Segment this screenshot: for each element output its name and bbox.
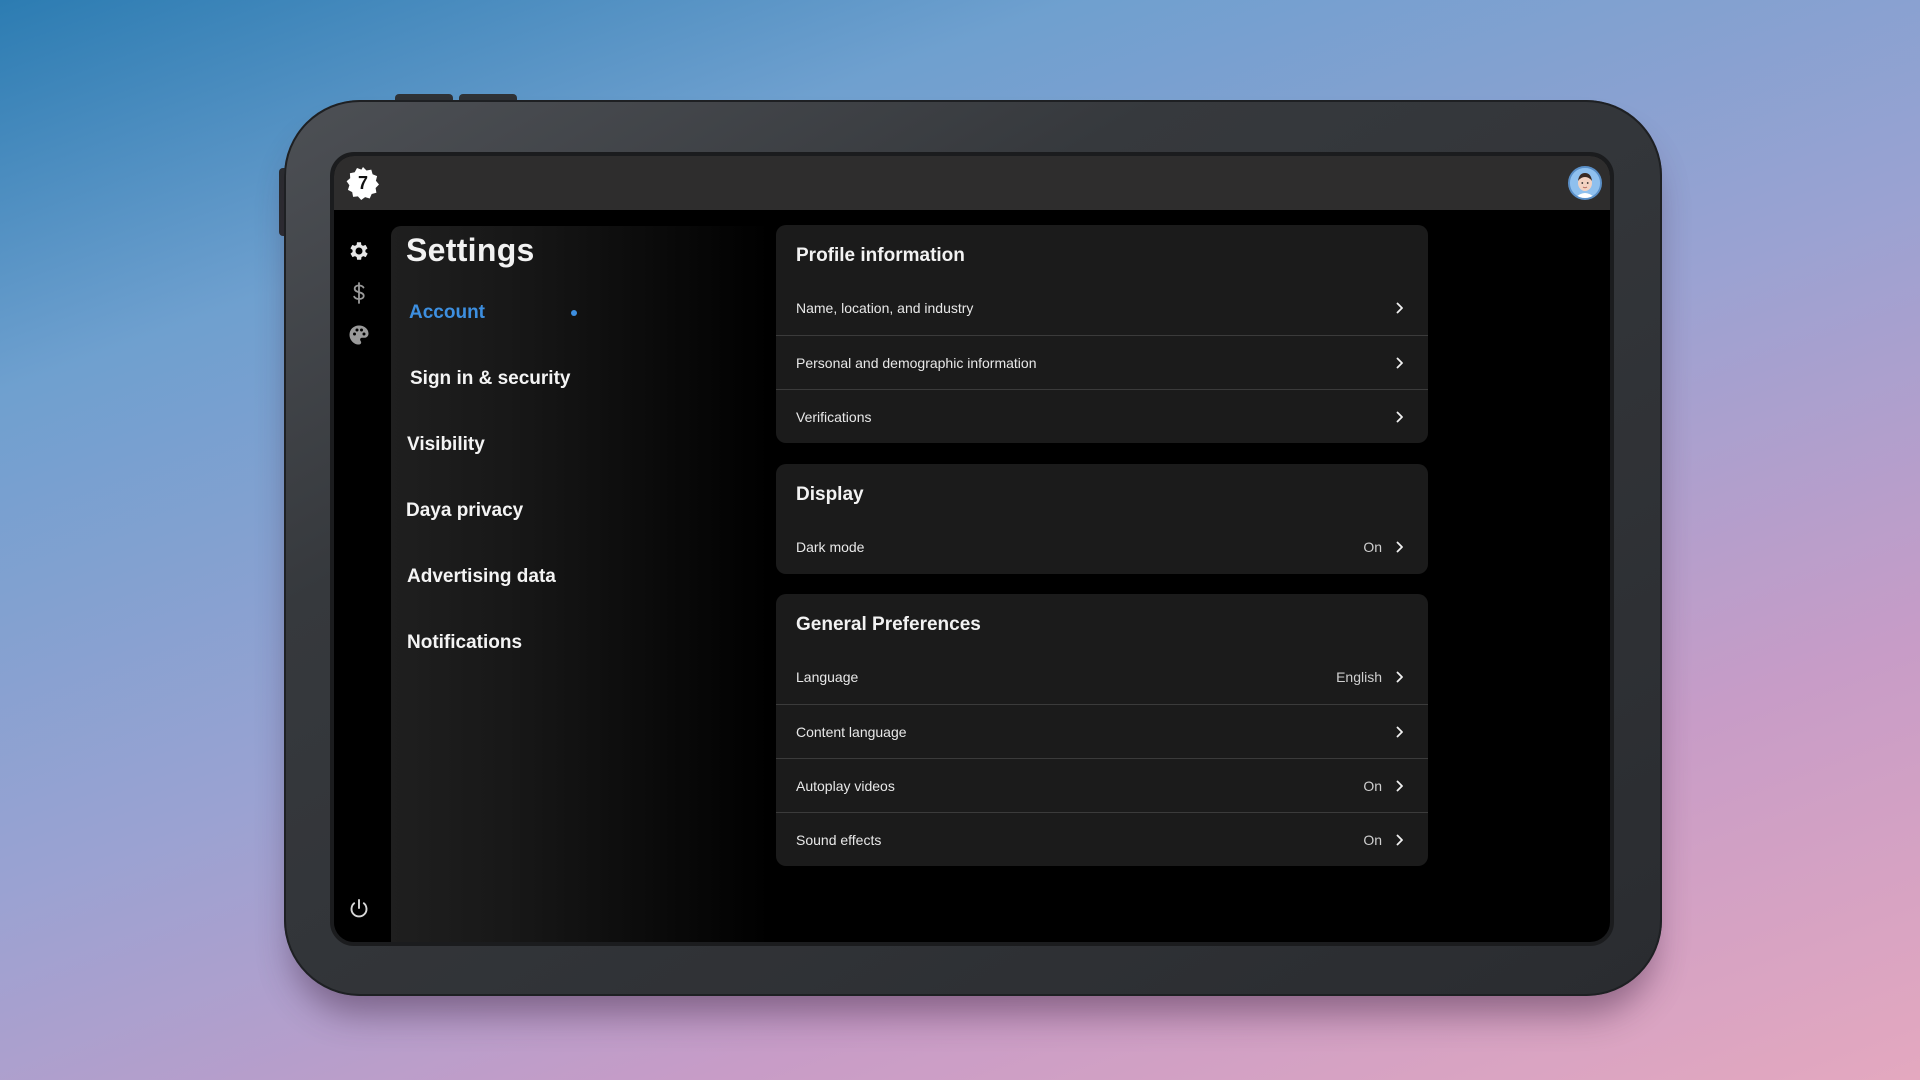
nav-item-account[interactable]: Account (409, 302, 485, 324)
row-label: Verifications (796, 408, 872, 425)
page-title: Settings (406, 232, 535, 268)
settings-row-verifications[interactable]: Verifications (776, 389, 1428, 443)
chevron-right-icon (1394, 357, 1406, 369)
chevron-right-icon (1394, 671, 1406, 683)
settings-row-name-location-industry[interactable]: Name, location, and industry (776, 281, 1428, 335)
nav-item-visibility[interactable]: Visibility (407, 434, 485, 456)
palette-icon[interactable] (346, 322, 372, 348)
row-label: Name, location, and industry (796, 300, 974, 316)
row-label: Dark mode (796, 539, 865, 555)
row-label: Sound effects (796, 831, 882, 848)
chevron-right-icon (1394, 411, 1406, 423)
app-logo[interactable]: 7 (346, 166, 380, 200)
display-card: Display Dark mode On (776, 464, 1428, 574)
active-indicator-dot (571, 310, 577, 316)
power-icon[interactable] (346, 896, 372, 922)
settings-row-content-language[interactable]: Content language (776, 704, 1428, 758)
avatar-face-icon (1570, 168, 1600, 198)
settings-row-personal-demographic[interactable]: Personal and demographic information (776, 335, 1428, 389)
row-value: On (1363, 777, 1382, 794)
card-title: Display (796, 484, 864, 505)
row-label: Autoplay videos (796, 777, 895, 794)
card-title: General Preferences (796, 614, 981, 635)
nav-item-notifications[interactable]: Notifications (407, 632, 522, 654)
top-bar: 7 (334, 156, 1610, 210)
general-preferences-card: General Preferences Language English Con… (776, 594, 1428, 866)
row-value: English (1336, 669, 1382, 685)
row-label: Personal and demographic information (796, 354, 1037, 371)
row-value: On (1363, 539, 1382, 555)
icon-rail (334, 210, 390, 942)
settings-row-language[interactable]: Language English (776, 650, 1428, 704)
profile-information-card: Profile information Name, location, and … (776, 225, 1428, 443)
row-label: Language (796, 669, 859, 685)
card-title: Profile information (796, 245, 965, 266)
settings-row-autoplay-videos[interactable]: Autoplay videos On (776, 758, 1428, 812)
nav-item-data-privacy[interactable]: Daya privacy (406, 500, 523, 522)
screen: 7 Settings Account Sign in & security Vi… (330, 152, 1614, 946)
row-value: On (1363, 831, 1382, 848)
user-avatar[interactable] (1568, 166, 1602, 200)
settings-nav-panel: Settings Account Sign in & security Visi… (391, 226, 771, 942)
nav-item-advertising-data[interactable]: Advertising data (407, 566, 556, 588)
gear-icon[interactable] (346, 238, 372, 264)
nav-item-sign-in-security[interactable]: Sign in & security (410, 368, 570, 390)
settings-row-dark-mode[interactable]: Dark mode On (776, 520, 1428, 574)
chevron-right-icon (1394, 726, 1406, 738)
chevron-right-icon (1394, 780, 1406, 792)
settings-row-sound-effects[interactable]: Sound effects On (776, 812, 1428, 866)
row-label: Content language (796, 723, 907, 740)
chevron-right-icon (1394, 834, 1406, 846)
dollar-icon[interactable] (346, 280, 372, 306)
chevron-right-icon (1394, 302, 1406, 314)
tablet-device: 7 Settings Account Sign in & security Vi… (284, 100, 1662, 996)
chevron-right-icon (1394, 541, 1406, 553)
logo-number: 7 (357, 172, 368, 193)
